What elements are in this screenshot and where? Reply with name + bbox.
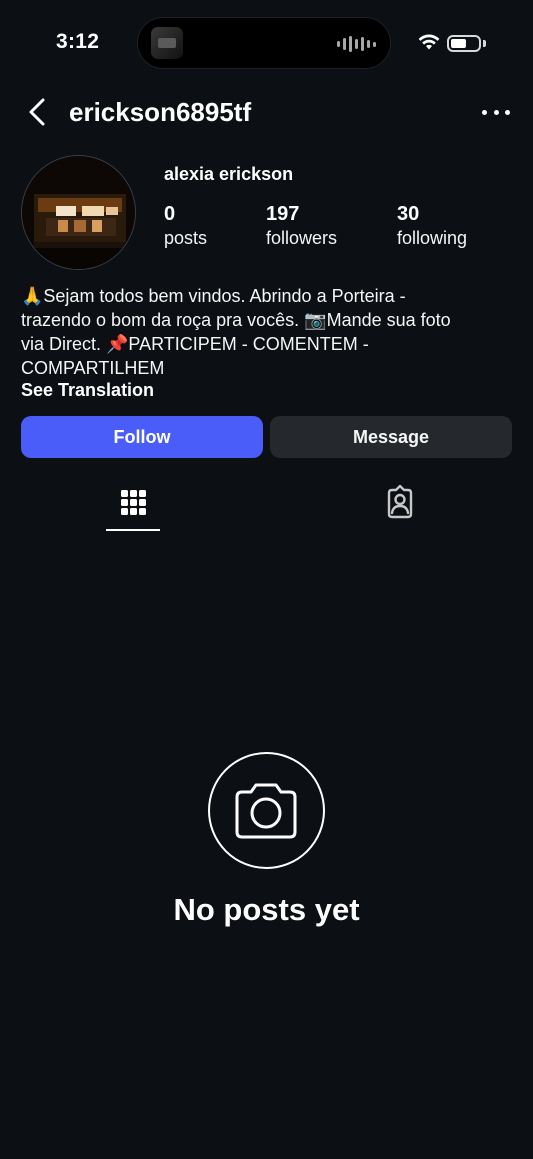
camera-icon: [235, 783, 297, 839]
followers-label: followers: [266, 228, 338, 248]
stat-followers[interactable]: 197 followers: [266, 202, 337, 250]
follow-button[interactable]: Follow: [21, 416, 263, 458]
bio-line: 🙏Sejam todos bem vindos. Abrindo a Porte…: [21, 286, 406, 306]
posts-count: 0: [164, 203, 176, 225]
dynamic-island[interactable]: [137, 17, 391, 69]
more-options-button[interactable]: [482, 100, 510, 124]
empty-state-title: No posts yet: [173, 892, 360, 927]
message-button[interactable]: Message: [270, 416, 512, 458]
audio-waveform-icon: [337, 35, 376, 53]
following-label: following: [397, 228, 468, 248]
tab-posts-grid[interactable]: [106, 480, 160, 532]
posts-label: posts: [164, 228, 208, 248]
grid-icon: [121, 490, 146, 515]
status-bar: 3:12: [0, 0, 533, 86]
followers-count: 197: [266, 203, 300, 225]
bio-line: COMPARTILHEM: [21, 358, 165, 378]
following-count: 30: [397, 203, 420, 225]
display-name: alexia erickson: [164, 164, 294, 184]
battery-tip: [483, 40, 486, 47]
stat-posts[interactable]: 0 posts: [164, 202, 207, 250]
more-horizontal-icon: [482, 109, 487, 115]
tab-tagged[interactable]: [373, 480, 427, 532]
avatar[interactable]: [21, 155, 136, 270]
profile-bio: 🙏Sejam todos bem vindos. Abrindo a Porte…: [21, 284, 516, 380]
chevron-left-icon: [29, 98, 45, 126]
avatar-photo: [22, 156, 135, 269]
see-translation-link[interactable]: See Translation: [21, 380, 154, 401]
tagged-person-icon: [387, 484, 413, 519]
bio-line: via Direct. 📌PARTICIPEM - COMENTEM -: [21, 334, 369, 354]
wifi-icon: [418, 34, 440, 50]
stat-following[interactable]: 30 following: [397, 202, 467, 250]
active-tab-indicator: [106, 529, 160, 531]
empty-state-camera: [208, 752, 325, 869]
status-time: 3:12: [56, 30, 100, 53]
battery-icon: [447, 35, 481, 52]
bio-line: trazendo o bom da roça pra vocês. 📷Mande…: [21, 310, 451, 330]
now-playing-artwork: [151, 27, 183, 59]
header-username: erickson6895tf: [69, 97, 252, 127]
back-button[interactable]: [26, 97, 50, 127]
profile-screen: 3:12 erickson6895tf alexia erickson 0 po…: [0, 0, 533, 1159]
